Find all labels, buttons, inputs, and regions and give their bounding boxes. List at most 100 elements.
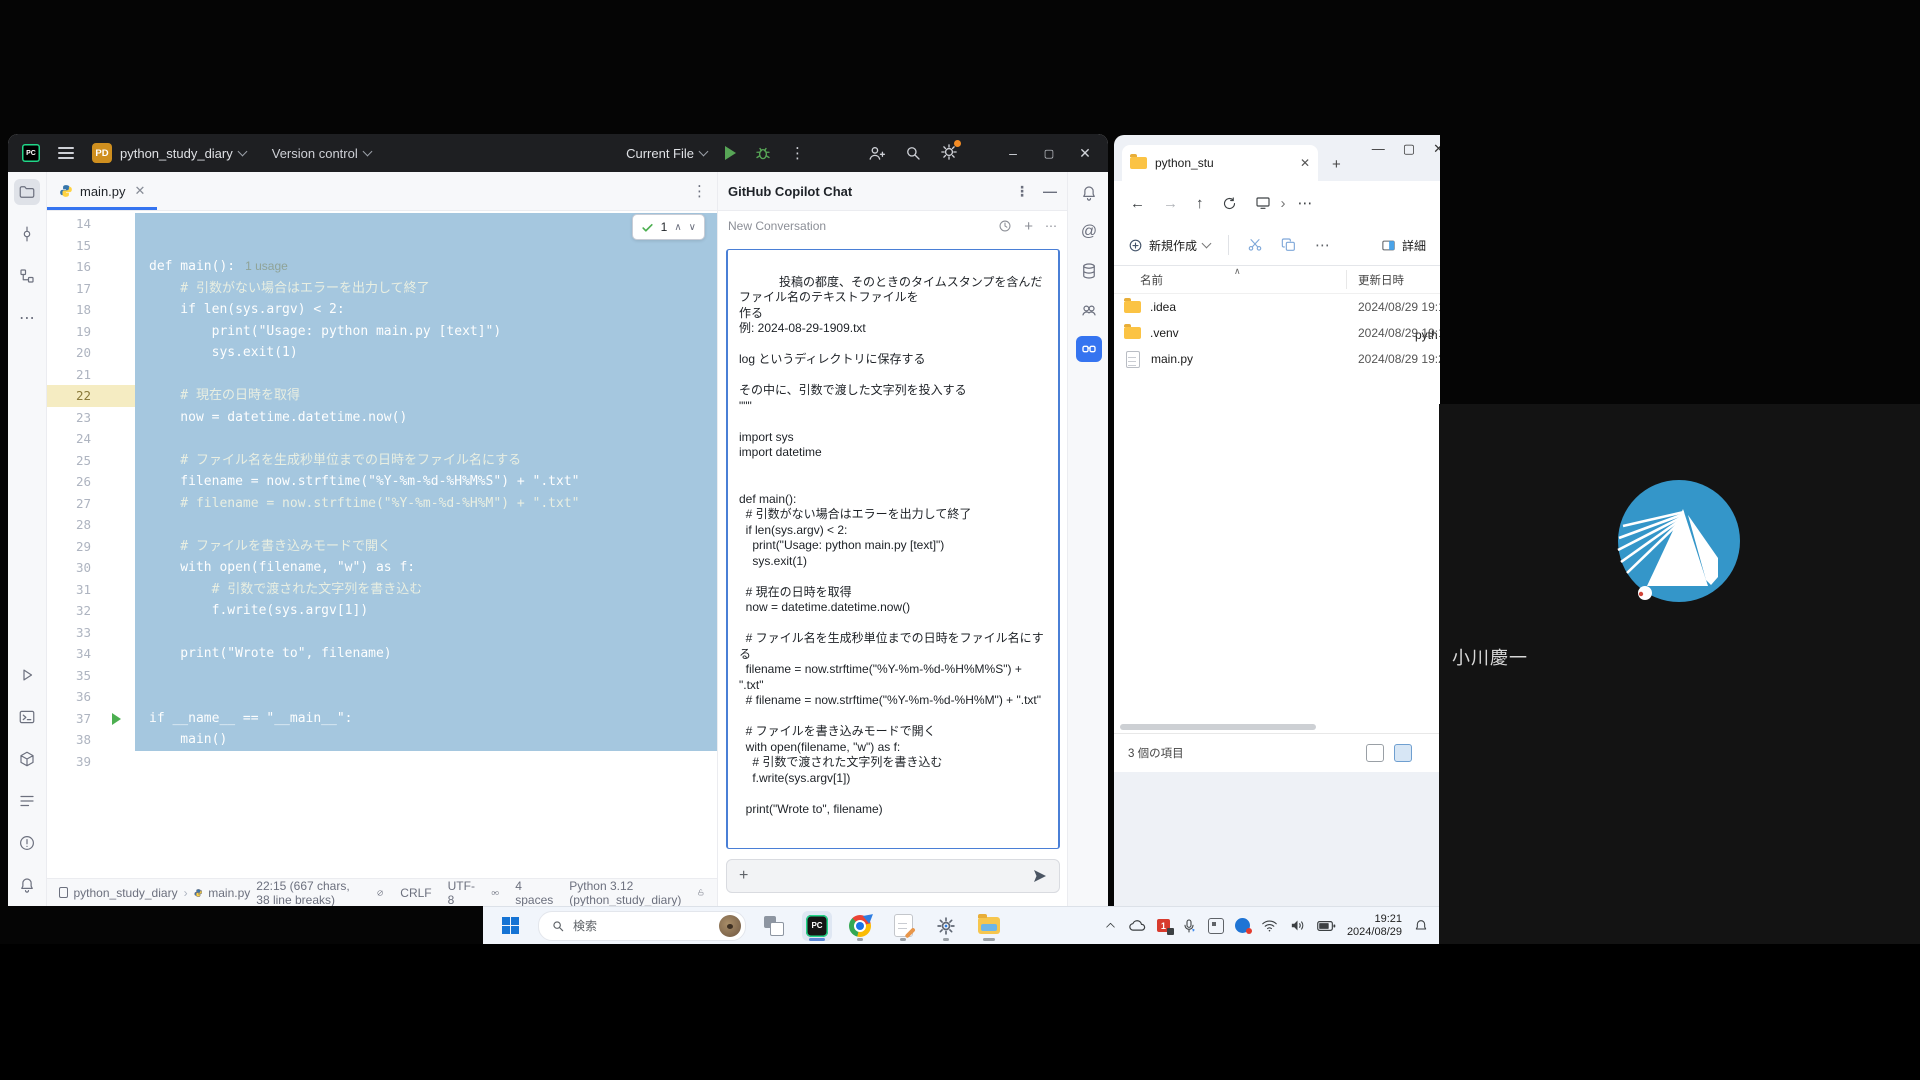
new-chat-icon[interactable]: + xyxy=(1024,218,1033,235)
settings-gear-icon[interactable] xyxy=(940,143,958,164)
editor-line[interactable]: 33 xyxy=(47,622,717,644)
editor-line[interactable]: 29 # ファイルを書き込みモードで開く xyxy=(47,536,717,558)
close-button[interactable]: ✕ xyxy=(1433,141,1440,157)
python-interpreter[interactable]: Python 3.12 (python_study_diary) xyxy=(569,879,681,907)
file-list-empty-area[interactable] xyxy=(1114,372,1440,721)
taskbar-search[interactable]: 検索 xyxy=(538,911,746,941)
microphone-icon[interactable] xyxy=(1181,918,1197,934)
up-icon[interactable]: ↑ xyxy=(1196,195,1204,212)
editor-line[interactable]: 27 # filename = now.strftime("%Y-%m-%d-%… xyxy=(47,493,717,515)
problems-tool-icon[interactable] xyxy=(14,830,40,856)
minimize-button[interactable]: — xyxy=(1372,141,1385,157)
new-tab-icon[interactable]: + xyxy=(1332,156,1341,173)
wifi-icon[interactable] xyxy=(1261,917,1278,934)
tray-app-icon[interactable] xyxy=(1235,918,1250,933)
taskbar-chrome[interactable] xyxy=(845,911,875,941)
chat-input-bar[interactable]: + xyxy=(726,859,1060,893)
search-icon[interactable] xyxy=(904,144,922,162)
run-config-selector[interactable]: Current File xyxy=(626,146,707,161)
editor-line[interactable]: 34 print("Wrote to", filename) xyxy=(47,643,717,665)
tab-options-icon[interactable]: ⋮ xyxy=(692,182,707,200)
editor-line[interactable]: 24 xyxy=(47,428,717,450)
taskbar-notepad[interactable] xyxy=(888,911,918,941)
tab-close-icon[interactable]: ✕ xyxy=(1300,156,1310,170)
copilot-status-icon[interactable] xyxy=(491,886,499,900)
lock-open-icon[interactable] xyxy=(697,886,705,899)
details-toggle-button[interactable]: 詳細 xyxy=(1381,237,1426,254)
editor-line[interactable]: 15 xyxy=(47,235,717,257)
debug-button[interactable] xyxy=(754,144,772,162)
next-arrow-icon[interactable]: ∨ xyxy=(689,222,696,233)
terminal-tool-icon[interactable] xyxy=(14,704,40,730)
editor-line[interactable]: 28 xyxy=(47,514,717,536)
editor-line[interactable]: 23 now = datetime.datetime.now() xyxy=(47,407,717,429)
attach-plus-icon[interactable]: + xyxy=(739,867,748,885)
chat-minimize-icon[interactable]: — xyxy=(1043,183,1057,200)
usage-inlay-hint[interactable]: 1 usage xyxy=(245,259,288,273)
line-separator[interactable]: CRLF xyxy=(400,886,431,900)
copilot-chat-tool-icon-active[interactable] xyxy=(1076,336,1102,362)
tray-clock[interactable]: 19:21 2024/08/29 xyxy=(1347,913,1402,939)
commit-tool-icon[interactable] xyxy=(14,221,40,247)
file-row[interactable]: main.py2024/08/29 19:20 xyxy=(1114,346,1440,372)
forward-icon[interactable]: → xyxy=(1163,195,1178,212)
editor-line[interactable]: 30 with open(filename, "w") as f: xyxy=(47,557,717,579)
tab-main-py[interactable]: main.py ✕ xyxy=(47,172,157,210)
breadcrumb-project[interactable]: python_study_diary xyxy=(74,886,178,900)
breadcrumb-ellipsis[interactable]: ⋯ xyxy=(1298,194,1313,212)
maximize-button[interactable]: ▢ xyxy=(1040,147,1058,160)
file-row[interactable]: .idea2024/08/29 19:11 xyxy=(1114,294,1440,320)
python-packages-tool-icon[interactable] xyxy=(14,746,40,772)
ai-mentions-icon[interactable]: @ xyxy=(1076,219,1102,245)
project-selector[interactable]: python_study_diary xyxy=(120,146,246,161)
close-button[interactable]: ✕ xyxy=(1076,145,1094,162)
caret-position[interactable]: 22:15 (667 chars, 38 line breaks) xyxy=(256,879,360,907)
main-menu-icon[interactable] xyxy=(58,147,74,159)
editor-line[interactable]: 18 if len(sys.argv) < 2: xyxy=(47,299,717,321)
tray-chevron-icon[interactable] xyxy=(1104,919,1117,932)
python-console-tool-icon[interactable] xyxy=(14,788,40,814)
maximize-button[interactable]: ▢ xyxy=(1403,141,1415,157)
editor-line[interactable]: 38 main() xyxy=(47,729,717,751)
file-row[interactable]: .venv2024/08/29 19:11 xyxy=(1114,320,1440,346)
gpt-assistant-icon[interactable] xyxy=(1076,297,1102,323)
notification-badge-icon[interactable]: 1 xyxy=(1157,919,1170,932)
editor-line[interactable]: 37if __name__ == "__main__": xyxy=(47,708,717,730)
chat-message-box[interactable]: 投稿の都度、そのときのタイムスタンプを含んだファイル名のテキストファイルを 作る… xyxy=(726,249,1060,849)
new-item-button[interactable]: 新規作成 xyxy=(1128,237,1210,254)
editor-line[interactable]: 32 f.write(sys.argv[1]) xyxy=(47,600,717,622)
history-clock-icon[interactable] xyxy=(998,219,1012,233)
prev-arrow-icon[interactable]: ∧ xyxy=(674,222,681,233)
minimize-button[interactable]: – xyxy=(1004,145,1022,161)
editor-line[interactable]: 22 # 現在の日時を取得 xyxy=(47,385,717,407)
editor-line[interactable]: 25 # ファイル名を生成秒単位までの日時をファイル名にする xyxy=(47,450,717,472)
ime-indicator-icon[interactable] xyxy=(1208,918,1224,934)
editor-line[interactable]: 21 xyxy=(47,364,717,386)
run-button[interactable] xyxy=(725,146,736,160)
chat-options-icon[interactable]: ⋮ xyxy=(1015,183,1029,200)
taskbar-pycharm[interactable]: PC xyxy=(802,911,832,941)
notifications-tool-icon[interactable] xyxy=(14,872,40,898)
battery-icon[interactable] xyxy=(1317,919,1336,933)
onedrive-cloud-icon[interactable] xyxy=(1128,917,1146,935)
cut-icon[interactable] xyxy=(1247,237,1263,253)
start-button[interactable] xyxy=(495,911,525,941)
command-more-icon[interactable]: ⋯ xyxy=(1315,236,1330,254)
highlighting-level-icon[interactable] xyxy=(376,886,384,900)
copy-icon[interactable] xyxy=(1281,237,1297,253)
explorer-tab[interactable]: python_stu ✕ xyxy=(1122,145,1318,181)
indent-style[interactable]: 4 spaces xyxy=(515,879,553,907)
database-tool-icon[interactable] xyxy=(1076,258,1102,284)
details-view-toggle-icon[interactable] xyxy=(1394,744,1412,762)
editor-line[interactable]: 39 xyxy=(47,751,717,773)
tool-window-icon[interactable] xyxy=(59,887,68,898)
editor-line[interactable]: 17 # 引数がない場合はエラーを出力して終了 xyxy=(47,278,717,300)
refresh-icon[interactable] xyxy=(1222,196,1237,211)
column-name[interactable]: 名前 xyxy=(1114,272,1163,288)
run-tool-icon[interactable] xyxy=(14,662,40,688)
task-view-button[interactable] xyxy=(759,911,789,941)
editor-line[interactable]: 26 filename = now.strftime("%Y-%m-%d-%H%… xyxy=(47,471,717,493)
column-modified[interactable]: 更新日時 xyxy=(1358,272,1404,288)
more-tool-windows-icon[interactable]: ⋯ xyxy=(14,305,40,331)
file-encoding[interactable]: UTF-8 xyxy=(448,879,475,907)
